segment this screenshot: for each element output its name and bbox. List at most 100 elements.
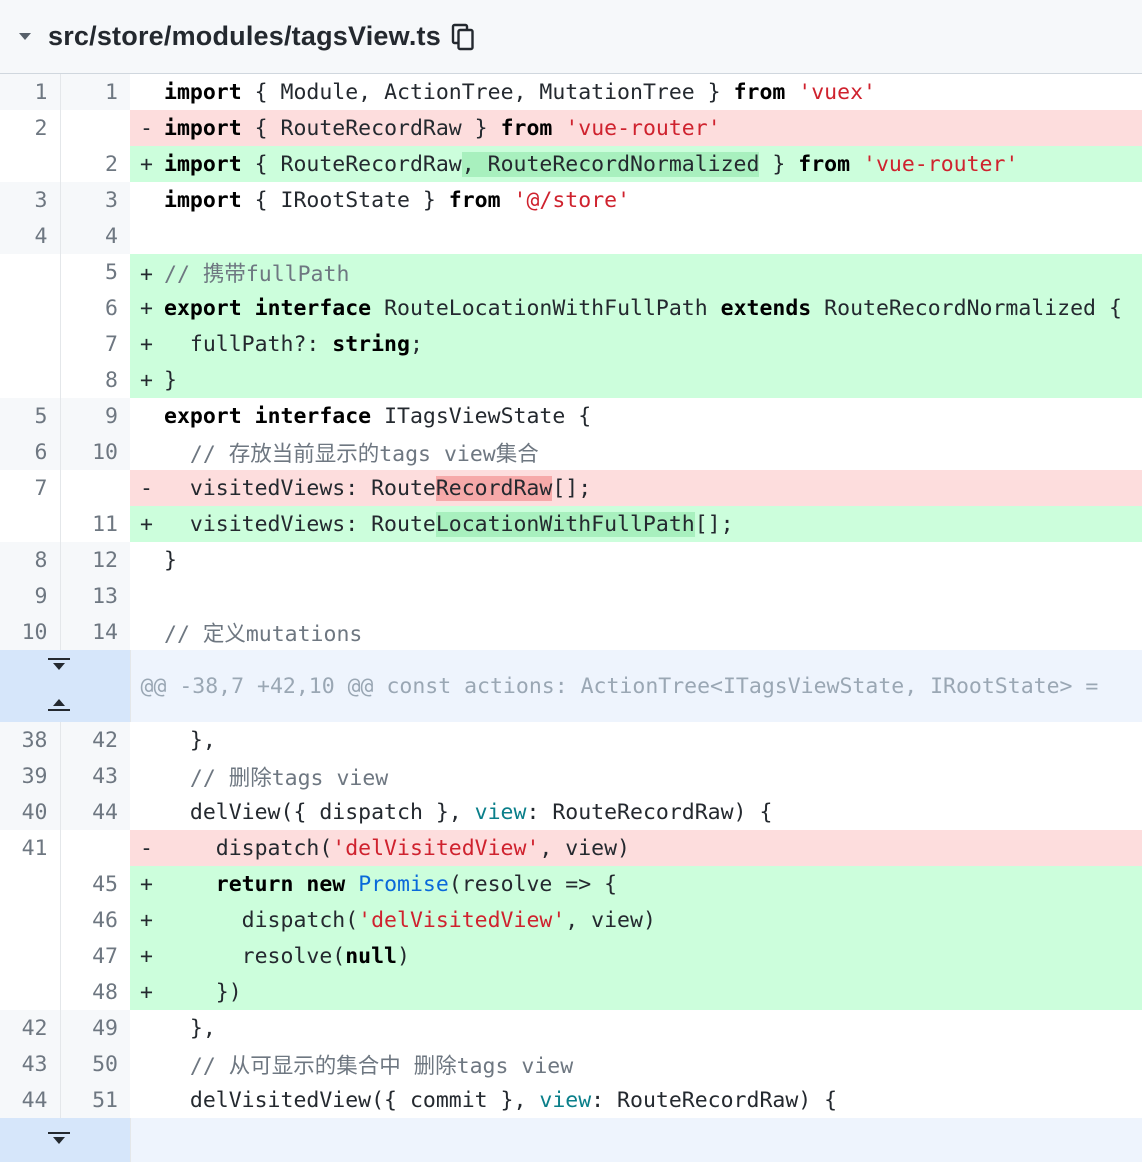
new-line-number[interactable]: 7 bbox=[60, 326, 130, 362]
old-line-number[interactable] bbox=[0, 146, 61, 182]
code-token: dispatch( bbox=[164, 907, 359, 933]
old-line-number[interactable]: 44 bbox=[0, 1082, 61, 1118]
diff-body: 11 import { Module, ActionTree, Mutation… bbox=[0, 74, 1142, 1162]
old-line-number[interactable] bbox=[0, 866, 61, 902]
expand-down-icon[interactable] bbox=[46, 1128, 72, 1153]
expand-up-icon[interactable] bbox=[46, 693, 72, 718]
diff-sign: + bbox=[140, 331, 153, 357]
old-line-number[interactable]: 40 bbox=[0, 794, 61, 830]
old-line-number[interactable] bbox=[0, 506, 61, 542]
new-line-number[interactable]: 50 bbox=[60, 1046, 130, 1082]
old-line-number[interactable] bbox=[0, 326, 61, 362]
code-line: + }) bbox=[130, 974, 1142, 1010]
old-line-number[interactable] bbox=[0, 902, 61, 938]
new-line-number[interactable] bbox=[60, 830, 130, 866]
new-line-number[interactable]: 44 bbox=[60, 794, 130, 830]
old-line-number[interactable]: 3 bbox=[0, 182, 61, 218]
code-token: delVisitedView({ commit }, bbox=[164, 1087, 540, 1113]
code-token: 'delVisitedView' bbox=[358, 907, 566, 933]
removed-line: 41 - dispatch('delVisitedView', view) bbox=[0, 830, 1142, 866]
code-token: export bbox=[164, 403, 242, 429]
code-token: string bbox=[332, 331, 410, 357]
old-line-number[interactable]: 9 bbox=[0, 578, 61, 614]
code-line: + export interface RouteLocationWithFullP… bbox=[130, 290, 1142, 326]
code-token: extends bbox=[720, 295, 812, 321]
new-line-number[interactable]: 10 bbox=[60, 434, 130, 470]
old-line-number[interactable]: 1 bbox=[0, 74, 61, 110]
old-line-number[interactable]: 4 bbox=[0, 218, 61, 254]
expand-cell[interactable] bbox=[0, 1118, 131, 1162]
new-line-number[interactable]: 6 bbox=[60, 290, 130, 326]
new-line-number[interactable]: 43 bbox=[60, 758, 130, 794]
new-line-number[interactable]: 42 bbox=[60, 722, 130, 758]
added-line: 7 + fullPath?: string; bbox=[0, 326, 1142, 362]
old-line-number[interactable]: 43 bbox=[0, 1046, 61, 1082]
diff-sign bbox=[140, 442, 164, 467]
code-token: 'vue-router' bbox=[863, 151, 1019, 177]
code-token: // 存放当前显示的tags view集合 bbox=[189, 441, 539, 467]
code-line: + dispatch('delVisitedView', view) bbox=[130, 902, 1142, 938]
old-line-number[interactable] bbox=[0, 974, 61, 1010]
new-line-number[interactable]: 51 bbox=[60, 1082, 130, 1118]
new-line-number[interactable]: 12 bbox=[60, 542, 130, 578]
old-line-number[interactable]: 7 bbox=[0, 470, 61, 506]
old-line-number[interactable]: 6 bbox=[0, 434, 61, 470]
context-line: 6 10 // 存放当前显示的tags view集合 bbox=[0, 434, 1142, 470]
new-line-number[interactable]: 11 bbox=[60, 506, 130, 542]
old-line-number[interactable] bbox=[0, 290, 61, 326]
new-line-number[interactable] bbox=[60, 110, 130, 146]
added-line: 6 + export interface RouteLocationWithFull… bbox=[0, 290, 1142, 326]
old-line-number[interactable]: 38 bbox=[0, 722, 61, 758]
old-line-number[interactable]: 42 bbox=[0, 1010, 61, 1046]
code-line: // 定义mutations bbox=[130, 614, 1142, 650]
new-line-number[interactable]: 49 bbox=[60, 1010, 130, 1046]
code-line: + return new Promise(resolve => { bbox=[130, 866, 1142, 902]
new-line-number[interactable]: 1 bbox=[60, 74, 130, 110]
old-line-number[interactable]: 10 bbox=[0, 614, 61, 650]
new-line-number[interactable]: 2 bbox=[60, 146, 130, 182]
old-line-number[interactable]: 8 bbox=[0, 542, 61, 578]
diff-sign: - bbox=[140, 115, 153, 141]
code-line: - import { RouteRecordRaw } from 'vue-rou… bbox=[130, 110, 1142, 146]
old-line-number[interactable]: 5 bbox=[0, 398, 61, 434]
new-line-number[interactable]: 45 bbox=[60, 866, 130, 902]
new-line-number[interactable]: 3 bbox=[60, 182, 130, 218]
new-line-number[interactable]: 47 bbox=[60, 938, 130, 974]
old-line-number[interactable] bbox=[0, 254, 61, 290]
code-token: '@/store' bbox=[513, 187, 631, 213]
code-token: visitedViews: Route bbox=[164, 475, 436, 501]
new-line-number[interactable]: 14 bbox=[60, 614, 130, 650]
expand-cell[interactable] bbox=[0, 650, 131, 722]
old-line-number[interactable]: 39 bbox=[0, 758, 61, 794]
new-line-number[interactable]: 4 bbox=[60, 218, 130, 254]
collapse-chevron-icon[interactable] bbox=[14, 26, 36, 48]
code-line: }, bbox=[130, 722, 1142, 758]
diff-sign bbox=[140, 1016, 164, 1041]
context-line: 33 import { IRootState } from '@/store' bbox=[0, 182, 1142, 218]
diff-sign bbox=[140, 584, 164, 609]
code-line: export interface ITagsViewState { bbox=[130, 398, 1142, 434]
diff-sign: + bbox=[140, 979, 153, 1005]
context-line: 11 import { Module, ActionTree, Mutation… bbox=[0, 74, 1142, 110]
old-line-number[interactable] bbox=[0, 362, 61, 398]
code-token: interface bbox=[254, 403, 372, 429]
hunk-end-spacer bbox=[130, 1118, 1142, 1162]
old-line-number[interactable]: 41 bbox=[0, 830, 61, 866]
old-line-number[interactable] bbox=[0, 938, 61, 974]
code-line: + resolve(null) bbox=[130, 938, 1142, 974]
new-line-number[interactable]: 8 bbox=[60, 362, 130, 398]
old-line-number[interactable]: 2 bbox=[0, 110, 61, 146]
new-line-number[interactable]: 13 bbox=[60, 578, 130, 614]
new-line-number[interactable]: 5 bbox=[60, 254, 130, 290]
new-line-number[interactable]: 46 bbox=[60, 902, 130, 938]
new-line-number[interactable]: 9 bbox=[60, 398, 130, 434]
expand-down-icon[interactable] bbox=[46, 654, 72, 679]
copy-icon[interactable] bbox=[451, 22, 479, 52]
new-line-number[interactable]: 48 bbox=[60, 974, 130, 1010]
new-line-number[interactable] bbox=[60, 470, 130, 506]
